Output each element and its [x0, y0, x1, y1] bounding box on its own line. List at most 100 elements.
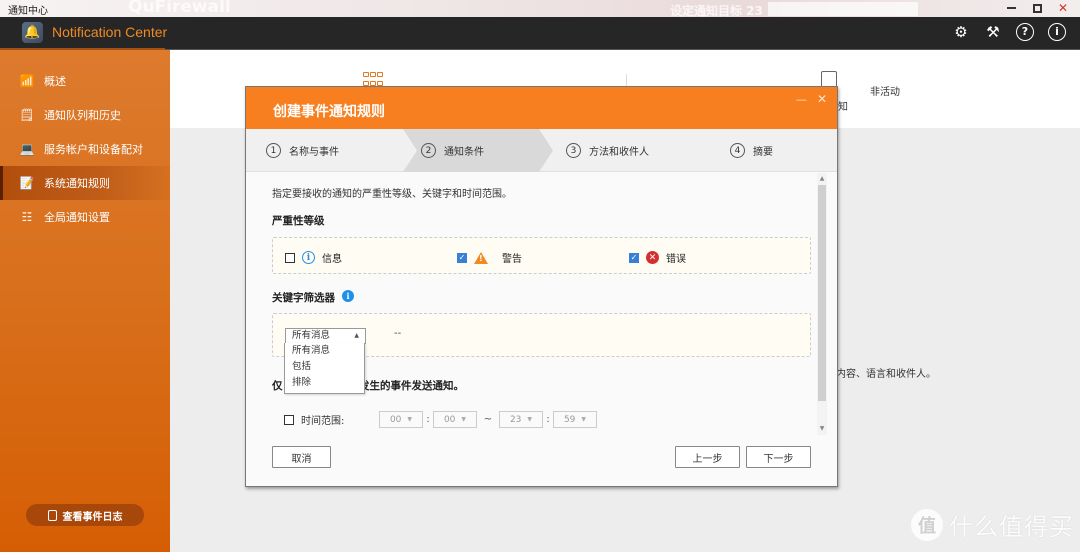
dropdown-option-include[interactable]: 包括 [285, 359, 364, 375]
create-rule-dialog: 创建事件通知规则 — ✕ 1 名称与事件 2 通知条件 3 方法和收件人 4 摘… [245, 86, 838, 487]
step-name-events: 1 名称与事件 [266, 129, 339, 172]
os-window-title: 通知中心 [8, 6, 48, 17]
dropdown-option-all[interactable]: 所有消息 [285, 343, 364, 359]
keyword-placeholder: -- [394, 328, 402, 339]
keyword-filter-title: 关键字筛选器 [272, 292, 335, 304]
gear-icon[interactable]: ⚙ [952, 23, 970, 41]
dialog-close-button[interactable]: ✕ [817, 92, 827, 106]
time-range-separator: ~ [483, 414, 493, 425]
sidebar-item-overview[interactable]: 📶 概述 [0, 64, 170, 98]
sidebar-item-service-accounts[interactable]: 💻 服务帐户和设备配对 [0, 132, 170, 166]
dialog-minimize-button[interactable]: — [796, 93, 807, 106]
start-hour-select[interactable]: 00 ▼ [379, 411, 423, 428]
severity-warning-checkbox[interactable]: ✓ [457, 252, 467, 263]
watermark-text: 什么值得买 [949, 513, 1074, 541]
keyword-info-icon[interactable]: i [342, 290, 354, 302]
time-colon: : [546, 414, 550, 425]
keyword-filter-selected: 所有消息 [292, 330, 331, 341]
minimize-button[interactable] [1004, 1, 1018, 15]
background-description-fragment: 内容、语言和收件人。 [836, 369, 936, 380]
severity-error: ✓ ✕ 错误 [629, 250, 686, 265]
header-toolbar: ⚙ ⚒ ? i [952, 23, 1066, 41]
app-logo-icon: 🔔 [22, 22, 43, 43]
step-label: 通知条件 [444, 147, 484, 158]
severity-error-checkbox[interactable]: ✓ [629, 252, 639, 263]
chart-icon: 📶 [19, 74, 35, 88]
os-title-bar: 通知中心 QuFirewall 设定通知目标 23 ✕ [0, 0, 1080, 18]
start-minute-select[interactable]: 00 ▼ [433, 411, 477, 428]
keyword-filter-select[interactable]: 所有消息 ▲ [285, 328, 366, 344]
sidebar-item-global-settings[interactable]: ☷ 全局通知设置 [0, 200, 170, 234]
rule-edit-icon: 📝 [19, 176, 35, 190]
view-event-log-label: 查看事件日志 [62, 511, 123, 523]
previous-step-button[interactable]: 上一步 [675, 446, 740, 468]
sidebar: 📶 概述 🗒 通知队列和历史 💻 服务帐户和设备配对 📝 系统通知规则 ☷ 全局… [0, 50, 170, 552]
dropdown-option-exclude[interactable]: 排除 [285, 375, 364, 391]
maximize-icon [1032, 3, 1042, 13]
history-doc-icon: 🗒 [19, 108, 35, 122]
warning-icon: ! [474, 251, 488, 264]
toggle-settings-icon: ☷ [21, 210, 33, 224]
step-number: 2 [421, 143, 436, 158]
maximize-button[interactable] [1030, 1, 1044, 15]
step-number: 4 [730, 143, 745, 158]
window-controls: ✕ [1004, 1, 1070, 15]
scroll-down-icon[interactable]: ▼ [817, 423, 827, 435]
sidebar-item-queue-history[interactable]: 🗒 通知队列和历史 [0, 98, 170, 132]
next-step-button[interactable]: 下一步 [746, 446, 811, 468]
magic-wand-icon[interactable]: ⚒ [984, 23, 1002, 41]
inactive-label: 非活动 [870, 87, 900, 98]
step-conditions: 2 通知条件 [421, 129, 484, 172]
sidebar-item-system-rules[interactable]: 📝 系统通知规则 [0, 166, 170, 200]
sidebar-item-label: 概述 [44, 75, 66, 88]
dialog-scrollbar[interactable]: ▲ ▼ [817, 173, 827, 435]
step-label: 摘要 [753, 147, 773, 158]
app-name: Notification Center [52, 24, 168, 40]
watermark-logo-icon: 值 [911, 508, 943, 541]
dialog-body: 指定要接收的通知的严重性等级、关键字和时间范围。 严重性等级 i 信息 ✓ ! … [246, 173, 827, 435]
device-pair-icon: 💻 [19, 142, 35, 156]
info-icon[interactable]: i [1048, 23, 1066, 41]
background-app-text: QuFirewall [128, 0, 231, 17]
end-minute-select[interactable]: 59 ▼ [553, 411, 597, 428]
minimize-icon [1006, 7, 1016, 9]
keyword-filter-dropdown: 所有消息 包括 排除 [284, 343, 365, 394]
close-window-button[interactable]: ✕ [1056, 1, 1070, 15]
cancel-button[interactable]: 取消 [272, 446, 331, 468]
severity-title: 严重性等级 [272, 215, 325, 227]
severity-label: 信息 [322, 254, 342, 265]
error-icon: ✕ [646, 251, 659, 264]
time-desc-suffix: 内发生的事件发送通知。 [348, 380, 465, 392]
wizard-steps: 1 名称与事件 2 通知条件 3 方法和收件人 4 摘要 [246, 129, 837, 172]
scroll-up-icon[interactable]: ▲ [817, 173, 827, 185]
severity-box: i 信息 ✓ ! 警告 ✓ ✕ 错误 [272, 237, 811, 274]
step-description: 指定要接收的通知的严重性等级、关键字和时间范围。 [272, 189, 512, 200]
time-range-row: 时间范围: 00 ▼ : 00 ▼ ~ 23 ▼ : 59 ▼ [284, 411, 597, 428]
scrollbar-thumb[interactable] [818, 185, 826, 401]
step-number: 3 [566, 143, 581, 158]
time-range-checkbox[interactable] [284, 414, 294, 425]
sidebar-item-label: 通知队列和历史 [44, 109, 121, 122]
background-text-fragment: 知 [838, 102, 848, 113]
end-hour-select[interactable]: 23 ▼ [499, 411, 543, 428]
background-box [768, 2, 918, 16]
severity-warning: ✓ ! 警告 [457, 250, 522, 265]
severity-label: 警告 [502, 254, 522, 265]
time-range-label: 时间范围: [301, 416, 345, 427]
step-number: 1 [266, 143, 281, 158]
watermark: 值 什么值得买 [911, 507, 1074, 542]
clipboard-icon [47, 509, 57, 521]
severity-info-checkbox[interactable] [285, 252, 295, 263]
caret-up-icon: ▲ [354, 332, 359, 339]
step-summary: 4 摘要 [730, 129, 773, 172]
app-header: 🔔 Notification Center ⚙ ⚒ ? i [0, 17, 1080, 50]
help-icon[interactable]: ? [1016, 23, 1034, 41]
view-event-log-button[interactable]: 查看事件日志 [26, 504, 144, 526]
sidebar-item-label: 全局通知设置 [44, 211, 110, 224]
dialog-title: 创建事件通知规则 [273, 104, 385, 120]
dialog-header: 创建事件通知规则 — ✕ [246, 87, 837, 129]
time-desc-prefix: 仅 [272, 380, 283, 392]
step-label: 名称与事件 [289, 147, 339, 158]
close-icon: ✕ [1057, 1, 1069, 15]
sidebar-item-label: 服务帐户和设备配对 [44, 143, 143, 156]
